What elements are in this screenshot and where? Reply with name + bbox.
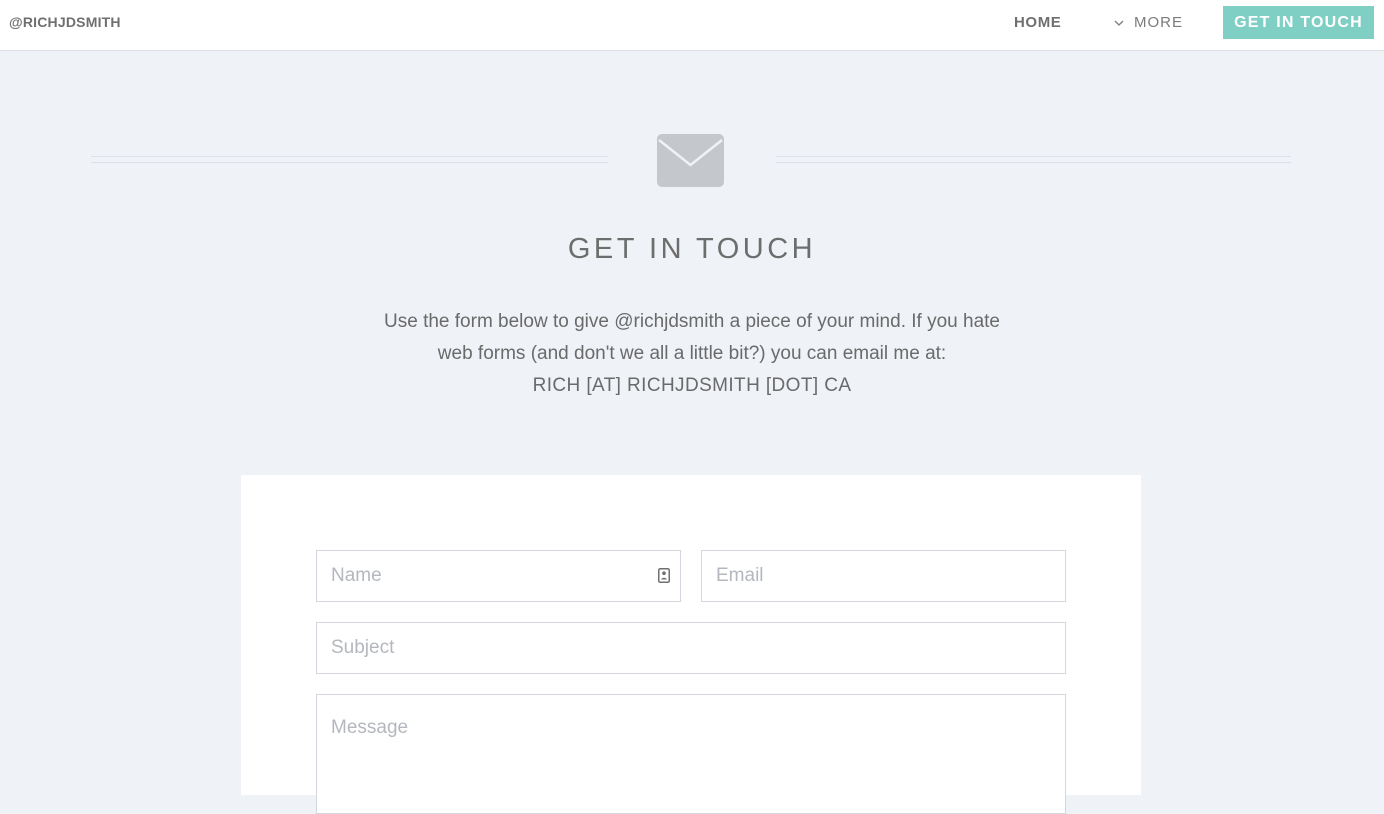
nav-more-dropdown[interactable]: MORE <box>1114 14 1183 31</box>
message-textarea[interactable] <box>316 694 1066 814</box>
envelope-icon <box>657 134 724 192</box>
page-title: GET IN TOUCH <box>567 233 817 265</box>
contact-email-text: RICH [AT] RICHJDSMITH [DOT] CA <box>532 375 852 396</box>
decorative-divider-right <box>776 156 1291 163</box>
get-in-touch-button[interactable]: GET IN TOUCH <box>1223 6 1374 39</box>
decorative-divider-left <box>91 156 608 163</box>
contact-card-icon[interactable] <box>658 568 670 588</box>
intro-line-1: Use the form below to give @richjdsmith … <box>384 311 1000 332</box>
email-input[interactable] <box>701 550 1066 602</box>
nav-more-label: MORE <box>1134 14 1183 31</box>
name-input[interactable] <box>316 550 681 602</box>
subject-input[interactable] <box>316 622 1066 674</box>
chevron-down-icon <box>1114 20 1124 26</box>
brand-link[interactable]: @RICHJDSMITH <box>9 14 121 30</box>
intro-line-2: web forms (and don't we all a little bit… <box>437 343 947 364</box>
intro-text: Use the form below to give @richjdsmith … <box>342 306 1042 402</box>
top-navigation-bar: @RICHJDSMITH HOME MORE GET IN TOUCH <box>0 0 1384 51</box>
nav-home-link[interactable]: HOME <box>1014 14 1061 31</box>
